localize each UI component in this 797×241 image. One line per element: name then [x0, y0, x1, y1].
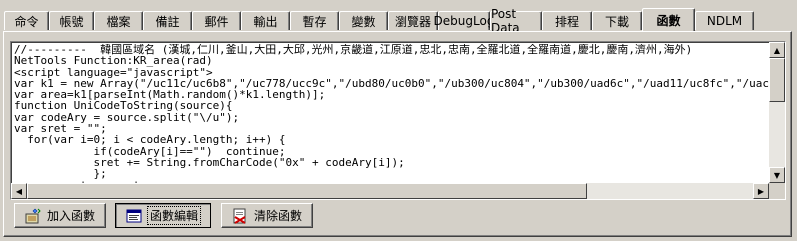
scroll-down-button[interactable]: ▼	[769, 167, 785, 183]
clear-function-button[interactable]: 清除函數	[221, 203, 313, 228]
scroll-right-button[interactable]: ▶	[753, 183, 769, 199]
add-function-icon	[25, 208, 41, 224]
tab-14[interactable]: NDLM	[695, 11, 754, 30]
function-editor[interactable]: //--------- 韓國區域名 (漢城,仁川,釜山,大田,大邱,光州,京畿道…	[10, 41, 786, 200]
scroll-left-button[interactable]: ◀	[11, 183, 27, 199]
clear-function-icon	[232, 208, 248, 224]
tab-2[interactable]: 檔案	[94, 11, 143, 30]
tab-0[interactable]: 命令	[4, 11, 49, 30]
tab-1[interactable]: 帳號	[49, 11, 94, 30]
tab-10[interactable]: Post Data	[490, 7, 542, 35]
tab-strip: 命令 帳號 檔案 備註 郵件 輸出 暫存 變數 瀏覽器 DebugLog Post Data 排程 下載…	[4, 7, 754, 35]
scrollbar-corner	[769, 183, 785, 199]
tab-8[interactable]: 瀏覽器	[388, 11, 438, 30]
tab-6[interactable]: 暫存	[290, 11, 339, 30]
code-line: for(var i=0; i < codeAry.length; i++) {	[14, 133, 286, 147]
code-line: var codeAry = source.split("\/u");	[14, 110, 240, 124]
tab-12[interactable]: 下載	[592, 11, 642, 30]
add-function-button[interactable]: 加入函數	[14, 203, 106, 228]
edit-function-icon	[126, 208, 142, 224]
tab-11[interactable]: 排程	[542, 11, 592, 30]
tab-7[interactable]: 變數	[339, 11, 388, 30]
tab-13[interactable]: 函數	[642, 8, 695, 31]
edit-function-label: 函數編輯	[146, 206, 202, 225]
clear-function-label: 清除函數	[254, 209, 303, 223]
code-line: sret += String.fromCharCode("0x" + codeA…	[14, 155, 405, 169]
edit-function-button[interactable]: 函數編輯	[115, 203, 211, 228]
functions-window: 命令 帳號 檔案 備註 郵件 輸出 暫存 變數 瀏覽器 DebugLog Post Data 排程 下載…	[0, 0, 797, 241]
tab-3[interactable]: 備註	[143, 11, 192, 30]
tab-5[interactable]: 輸出	[241, 11, 290, 30]
tab-9[interactable]: DebugLog	[434, 11, 494, 30]
horizontal-scrollbar[interactable]: ◀ ▶	[11, 183, 769, 199]
vertical-scroll-thumb[interactable]	[769, 58, 785, 102]
horizontal-scroll-thumb[interactable]	[27, 183, 587, 199]
scroll-up-button[interactable]: ▲	[769, 42, 785, 58]
vertical-scrollbar[interactable]: ▲ ▼	[769, 42, 785, 183]
tab-4[interactable]: 郵件	[192, 11, 241, 30]
add-function-label: 加入函數	[47, 209, 96, 223]
code-line: NetTools Function:KR_area(rad)	[14, 54, 213, 68]
code-line: };	[14, 167, 107, 181]
code-text[interactable]: //--------- 韓國區域名 (漢城,仁川,釜山,大田,大邱,光州,京畿道…	[14, 44, 769, 184]
